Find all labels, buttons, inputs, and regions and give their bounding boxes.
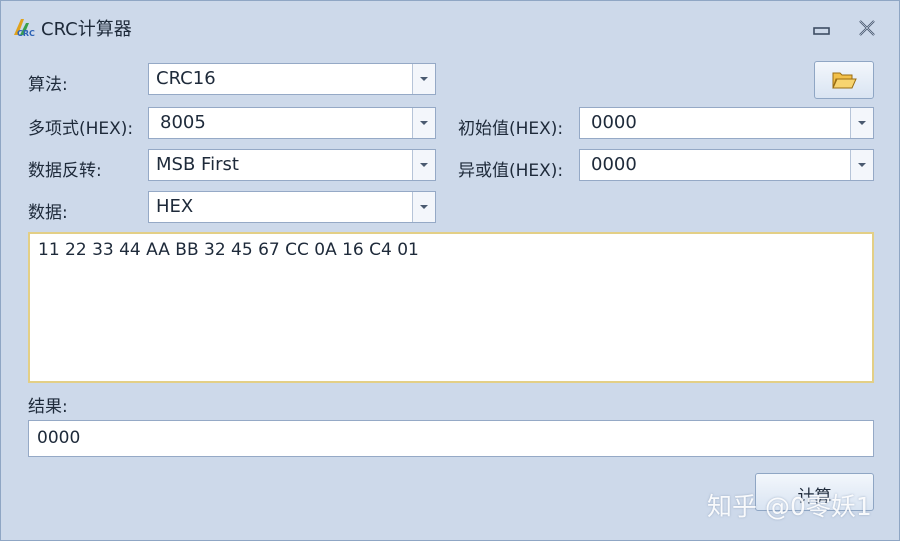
polynomial-value: 8005 [160, 112, 206, 133]
result-value: 0000 [37, 428, 81, 448]
xor-value-dropdown-button[interactable] [850, 150, 873, 180]
algorithm-dropdown-button[interactable] [412, 64, 435, 94]
reflect-select[interactable]: MSB First [148, 149, 436, 181]
init-value-label: 初始值(HEX): [458, 119, 564, 139]
crc-calculator-window: CRC CRC计算器 算法: CRC16 多项式(HEX): 8005 初始值(… [0, 0, 900, 541]
svg-text:CRC: CRC [17, 29, 35, 38]
data-format-value: HEX [156, 196, 194, 217]
result-field[interactable]: 0000 [28, 420, 874, 457]
minimize-icon [813, 27, 830, 35]
chevron-down-icon [858, 163, 866, 167]
init-value-value: 0000 [591, 112, 637, 133]
polynomial-dropdown-button[interactable] [412, 108, 435, 138]
result-label: 结果: [28, 397, 68, 417]
folder-open-icon [832, 72, 857, 89]
crc-app-icon: CRC [14, 19, 35, 38]
xor-value-value: 0000 [591, 154, 637, 175]
data-format-select[interactable]: HEX [148, 191, 436, 223]
xor-value-select[interactable]: 0000 [579, 149, 874, 181]
init-value-dropdown-button[interactable] [850, 108, 873, 138]
reflect-label: 数据反转: [28, 161, 102, 181]
reflect-value: MSB First [156, 154, 239, 175]
algorithm-value: CRC16 [156, 68, 216, 89]
window-title: CRC计算器 [41, 19, 132, 40]
close-button[interactable] [854, 15, 880, 41]
data-input[interactable]: 11 22 33 44 AA BB 32 45 67 CC 0A 16 C4 0… [28, 232, 874, 383]
chevron-down-icon [420, 77, 428, 81]
algorithm-select[interactable]: CRC16 [148, 63, 436, 95]
reflect-dropdown-button[interactable] [412, 150, 435, 180]
chevron-down-icon [858, 121, 866, 125]
close-icon [859, 20, 875, 36]
data-format-label: 数据: [28, 203, 68, 223]
minimize-button[interactable] [809, 15, 835, 41]
polynomial-label: 多项式(HEX): [28, 119, 134, 139]
open-file-button[interactable] [814, 61, 874, 99]
algorithm-label: 算法: [28, 75, 68, 95]
watermark: 知乎 @0零妖1 [707, 492, 872, 521]
init-value-select[interactable]: 0000 [579, 107, 874, 139]
chevron-down-icon [420, 205, 428, 209]
xor-value-label: 异或值(HEX): [458, 161, 564, 181]
polynomial-select[interactable]: 8005 [148, 107, 436, 139]
chevron-down-icon [420, 163, 428, 167]
title-bar: CRC CRC计算器 [1, 1, 899, 53]
data-format-dropdown-button[interactable] [412, 192, 435, 222]
data-input-text: 11 22 33 44 AA BB 32 45 67 CC 0A 16 C4 0… [38, 240, 419, 260]
chevron-down-icon [420, 121, 428, 125]
